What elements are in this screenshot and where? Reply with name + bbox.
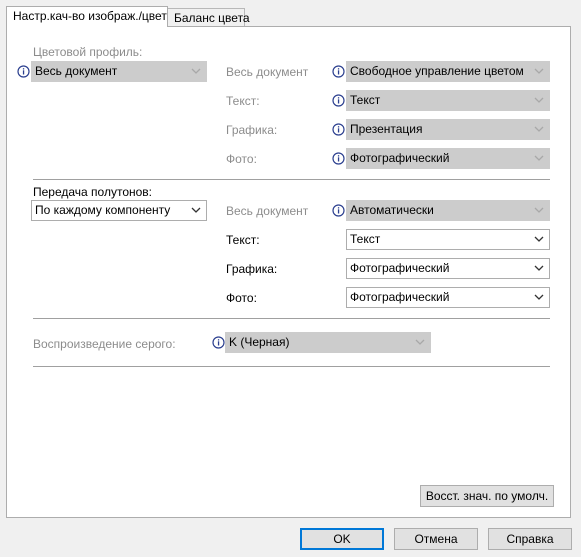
- ht-row-label-photo: Фото:: [226, 291, 257, 305]
- ht-text-select[interactable]: Текст: [346, 229, 550, 250]
- help-button[interactable]: Справка: [488, 528, 572, 550]
- tab-label: Настр.кач-во изображ./цвет: [13, 9, 167, 23]
- halftone-select[interactable]: По каждому компоненту: [31, 200, 207, 221]
- select-value: Текст: [350, 232, 381, 246]
- select-value: K (Черная): [229, 335, 290, 349]
- cp-photo-select: Фотографический: [346, 148, 550, 169]
- ht-row-label-text: Текст:: [226, 233, 260, 247]
- ht-row-label-graphics: Графика:: [226, 262, 278, 276]
- cp-row-label-text: Текст:: [226, 94, 260, 108]
- section-divider: [33, 318, 550, 319]
- cp-text-select: Текст: [346, 90, 550, 111]
- cp-row-label-document: Весь документ: [226, 65, 309, 79]
- ht-row-label-document: Весь документ: [226, 204, 309, 218]
- ht-document-select: Автоматически: [346, 200, 550, 221]
- ok-button[interactable]: OK: [300, 528, 384, 550]
- select-value: По каждому компоненту: [35, 203, 171, 217]
- chevron-down-icon: [534, 294, 544, 300]
- select-value: Автоматически: [350, 203, 434, 217]
- color-profile-select: Весь документ: [31, 61, 207, 82]
- info-icon[interactable]: [332, 152, 345, 165]
- chevron-down-icon: [191, 68, 201, 74]
- section-divider: [33, 179, 550, 180]
- chevron-down-icon: [191, 207, 201, 213]
- ht-graphics-select[interactable]: Фотографический: [346, 258, 550, 279]
- info-icon[interactable]: [332, 65, 345, 78]
- tab-image-quality-color[interactable]: Настр.кач-во изображ./цвет: [6, 6, 168, 27]
- select-value: Весь документ: [35, 64, 118, 78]
- chevron-down-icon: [415, 339, 425, 345]
- cancel-button[interactable]: Отмена: [394, 528, 478, 550]
- cp-row-label-graphics: Графика:: [226, 123, 278, 137]
- ht-photo-select[interactable]: Фотографический: [346, 287, 550, 308]
- chevron-down-icon: [534, 155, 544, 161]
- section-divider: [33, 366, 550, 367]
- restore-defaults-button[interactable]: Восст. знач. по умолч.: [420, 485, 554, 507]
- chevron-down-icon: [534, 207, 544, 213]
- info-icon[interactable]: [212, 336, 225, 349]
- select-value: Презентация: [350, 122, 423, 136]
- gray-label: Воспроизведение серого:: [33, 337, 176, 351]
- select-value: Фотографический: [350, 290, 450, 304]
- tab-label: Баланс цвета: [174, 11, 250, 25]
- gray-select: K (Черная): [225, 332, 431, 353]
- chevron-down-icon: [534, 97, 544, 103]
- select-value: Фотографический: [350, 261, 450, 275]
- select-value: Текст: [350, 93, 381, 107]
- tab-color-balance[interactable]: Баланс цвета: [167, 8, 250, 27]
- select-value: Фотографический: [350, 151, 450, 165]
- chevron-down-icon: [534, 68, 544, 74]
- select-value: Свободное управление цветом: [350, 64, 524, 78]
- halftone-label: Передача полутонов:: [33, 185, 153, 199]
- info-icon[interactable]: [332, 123, 345, 136]
- cp-graphics-select: Презентация: [346, 119, 550, 140]
- info-icon[interactable]: [332, 94, 345, 107]
- chevron-down-icon: [534, 126, 544, 132]
- color-profile-label: Цветовой профиль:: [33, 45, 143, 59]
- chevron-down-icon: [534, 236, 544, 242]
- chevron-down-icon: [534, 265, 544, 271]
- cp-document-select: Свободное управление цветом: [346, 61, 550, 82]
- info-icon[interactable]: [332, 204, 345, 217]
- cp-row-label-photo: Фото:: [226, 152, 257, 166]
- info-icon[interactable]: [17, 65, 30, 78]
